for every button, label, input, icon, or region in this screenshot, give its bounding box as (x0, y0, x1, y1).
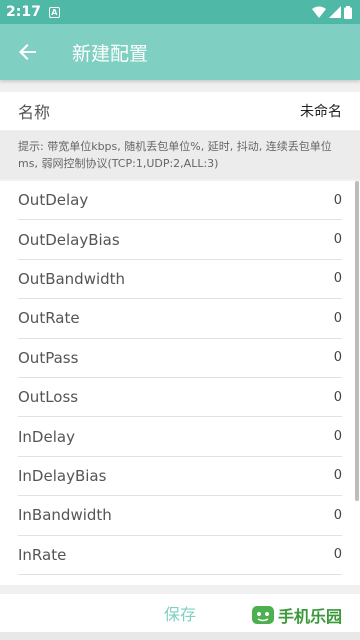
watermark-logo: 手机乐园 (250, 598, 356, 632)
name-label: 名称 (18, 103, 51, 122)
param-name: OutRate (18, 309, 80, 328)
param-value[interactable]: 0 (334, 271, 342, 286)
param-value[interactable]: 0 (334, 429, 342, 444)
param-value[interactable]: 0 (334, 193, 342, 208)
arrow-back-icon (19, 44, 36, 60)
battery-icon (344, 5, 352, 19)
back-button[interactable] (0, 24, 56, 80)
param-value[interactable]: 0 (334, 468, 342, 483)
param-name: OutBandwidth (18, 269, 126, 288)
param-name: OutDelayBias (18, 230, 120, 249)
list-item[interactable]: OutLoss 0 (18, 378, 342, 418)
scrollbar[interactable] (355, 181, 359, 501)
param-value[interactable]: 0 (334, 547, 342, 562)
param-value[interactable]: 0 (334, 350, 342, 365)
wifi-icon (312, 6, 326, 18)
param-name: OutPass (18, 348, 79, 367)
list-item[interactable]: OutDelayBias 0 (18, 220, 342, 260)
param-name: OutLoss (18, 388, 79, 407)
param-name: OutDelay (18, 191, 89, 210)
page-title: 新建配置 (72, 42, 149, 65)
param-value[interactable]: 0 (334, 390, 342, 405)
status-icons (312, 5, 352, 19)
param-name: InDelay (18, 427, 75, 446)
list-item[interactable]: InDelayBias 0 (18, 457, 342, 497)
list-item[interactable]: InBandwidth 0 (18, 496, 342, 536)
phone-logo-icon (252, 606, 274, 624)
param-name: InBandwidth (18, 506, 112, 525)
watermark-text: 手机乐园 (278, 607, 343, 626)
status-time: 2:17 (6, 4, 41, 20)
app-bar: 新建配置 (0, 24, 360, 80)
list-item[interactable]: OutDelay 0 (18, 181, 342, 221)
name-value[interactable]: 未命名 (300, 101, 342, 121)
signal-icon (329, 6, 341, 18)
hint-text: 提示: 带宽单位kbps, 随机丢包单位%, 延时, 抖动, 连续丢包单位ms,… (0, 131, 360, 179)
list-item[interactable]: OutBandwidth 0 (18, 260, 342, 300)
param-value[interactable]: 0 (334, 508, 342, 523)
save-button[interactable]: 保存 (164, 601, 196, 625)
list-item[interactable]: InRate 0 (18, 536, 342, 575)
param-name: InRate (18, 545, 67, 564)
status-bar: 2:17 A (0, 0, 360, 24)
param-value[interactable]: 0 (334, 311, 342, 326)
param-value[interactable]: 0 (334, 232, 342, 247)
list-item[interactable]: InDelay 0 (18, 417, 342, 457)
list-item[interactable]: OutPass 0 (18, 339, 342, 378)
list-item[interactable]: OutRate 0 (18, 299, 342, 339)
name-row[interactable]: 名称 未命名 (0, 92, 360, 130)
param-name: InDelayBias (18, 466, 107, 485)
param-list: OutDelay 0 OutDelayBias 0 OutBandwidth 0… (0, 181, 360, 585)
bottom-strip (0, 632, 360, 640)
notification-a-icon: A (48, 6, 60, 18)
